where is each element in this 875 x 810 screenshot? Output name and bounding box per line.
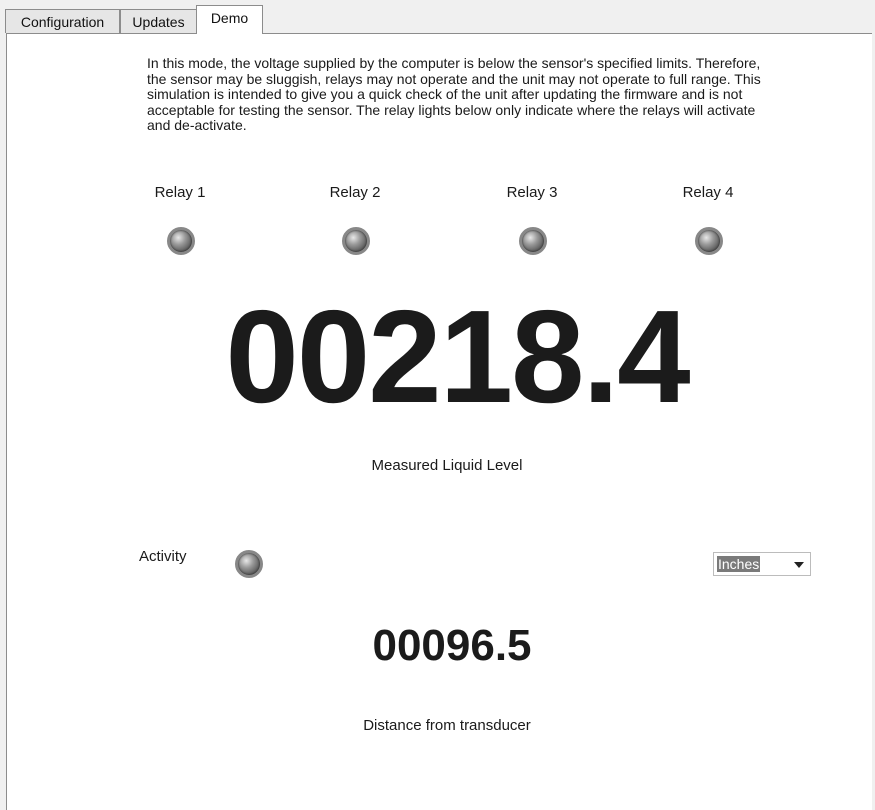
units-selected-value: Inches — [717, 556, 761, 572]
tab-configuration[interactable]: Configuration — [5, 9, 120, 33]
relay-3-label: Relay 3 — [506, 184, 558, 201]
distance-readout: 00096.5 — [372, 621, 532, 670]
tab-updates[interactable]: Updates — [120, 9, 197, 33]
relay-2-label: Relay 2 — [329, 184, 381, 201]
demo-panel: In this mode, the voltage supplied by th… — [6, 33, 872, 810]
relay-4-indicator — [695, 227, 723, 255]
demo-notice-text: In this mode, the voltage supplied by th… — [147, 55, 761, 133]
measured-level-caption: Measured Liquid Level — [371, 457, 523, 474]
distance-caption: Distance from transducer — [363, 717, 531, 734]
tab-demo[interactable]: Demo — [196, 5, 263, 34]
activity-label: Activity — [139, 548, 187, 565]
relay-2-indicator — [342, 227, 370, 255]
activity-indicator — [235, 550, 263, 578]
relay-4-label: Relay 4 — [682, 184, 734, 201]
tab-strip: Configuration Updates Demo — [0, 0, 875, 34]
relay-1-label: Relay 1 — [154, 184, 206, 201]
chevron-down-icon[interactable] — [794, 562, 804, 568]
relay-1-indicator — [167, 227, 195, 255]
relay-3-indicator — [519, 227, 547, 255]
units-dropdown[interactable]: Inches — [713, 552, 811, 576]
measured-level-readout: 00218.4 — [225, 283, 690, 430]
